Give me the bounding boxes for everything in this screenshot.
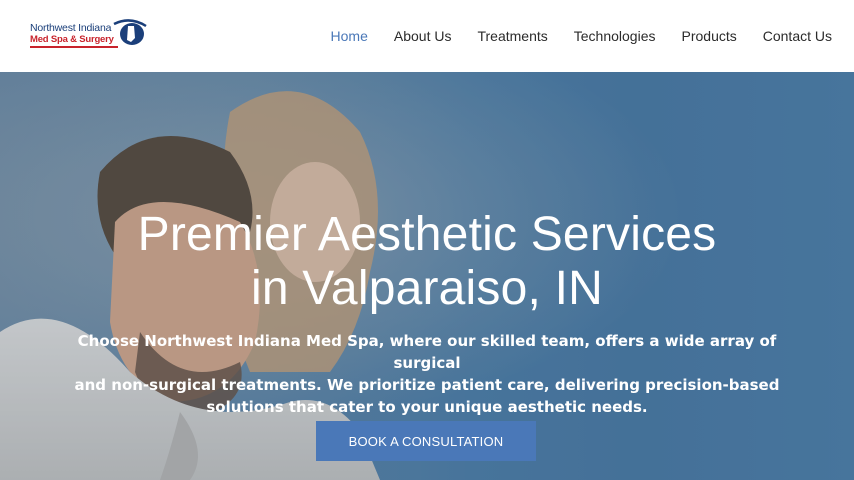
- nav-item-about-us[interactable]: About Us: [394, 28, 452, 44]
- site-header: Northwest Indiana Med Spa & Surgery Home…: [0, 0, 854, 72]
- nav-item-treatments[interactable]: Treatments: [477, 28, 547, 44]
- hero-title-line2: in Valparaiso, IN: [250, 262, 603, 315]
- hero-subtitle-line3: solutions that cater to your unique aest…: [206, 398, 648, 416]
- hero-subtitle-line1: Choose Northwest Indiana Med Spa, where …: [77, 332, 777, 372]
- hero-title: Premier Aesthetic Services in Valparaiso…: [0, 208, 854, 316]
- logo-text-line1: Northwest Indiana: [30, 22, 112, 34]
- indiana-state-swoosh-icon: [113, 19, 147, 45]
- hero-title-line1: Premier Aesthetic Services: [137, 208, 717, 261]
- main-nav: Home About Us Treatments Technologies Pr…: [305, 0, 832, 72]
- nav-item-contact-us[interactable]: Contact Us: [763, 28, 832, 44]
- logo-underline: [30, 46, 118, 48]
- hero-subtitle: Choose Northwest Indiana Med Spa, where …: [60, 330, 794, 418]
- nav-item-technologies[interactable]: Technologies: [574, 28, 656, 44]
- logo-text-line2: Med Spa & Surgery: [30, 34, 114, 45]
- book-consultation-button[interactable]: BOOK A CONSULTATION: [316, 421, 536, 461]
- nav-item-home[interactable]: Home: [331, 28, 368, 44]
- hero-section: Premier Aesthetic Services in Valparaiso…: [0, 72, 854, 480]
- site-logo[interactable]: Northwest Indiana Med Spa & Surgery: [30, 19, 148, 52]
- nav-item-products[interactable]: Products: [682, 28, 737, 44]
- hero-subtitle-line2: and non-surgical treatments. We prioriti…: [74, 376, 780, 394]
